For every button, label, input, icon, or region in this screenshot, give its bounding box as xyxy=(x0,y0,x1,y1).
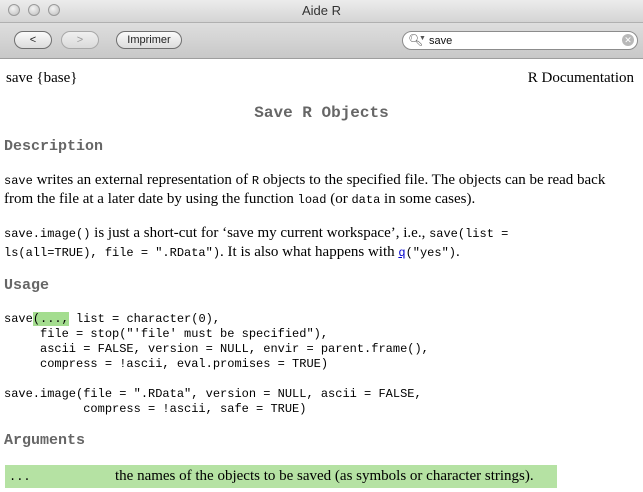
description-heading: Description xyxy=(4,138,104,155)
description-paragraph-1-line-2: from the file at a later date by using t… xyxy=(4,191,476,207)
page-title: Save R Objects xyxy=(254,104,389,122)
q-link[interactable]: q xyxy=(398,246,405,260)
code-R: R xyxy=(251,174,260,188)
usage-line-5: save.image(file = ".RData", version = NU… xyxy=(4,387,422,401)
argument-row: ... the names of the objects to be saved… xyxy=(5,465,557,488)
code-save-image: save.image() xyxy=(4,227,91,241)
toolbar: < > Imprimer 🔍︎ ▼ ✕ xyxy=(0,23,643,59)
usage-line-6: compress = !ascii, safe = TRUE) xyxy=(4,402,307,416)
usage-line-3: ascii = FALSE, version = NULL, envir = p… xyxy=(4,342,429,356)
help-document: save {base} R Documentation Save R Objec… xyxy=(0,59,643,492)
description-paragraph-1-line-1: save writes an external representation o… xyxy=(4,172,606,188)
code-save: save xyxy=(4,174,33,188)
code-data: data xyxy=(351,193,381,207)
topic-name: save {base} xyxy=(6,70,78,86)
usage-line-1: save(..., list = character(0), xyxy=(4,312,221,326)
forward-button[interactable]: > xyxy=(61,31,99,49)
chevron-down-icon[interactable]: ▼ xyxy=(419,35,426,42)
usage-highlight: (..., xyxy=(32,312,69,326)
description-paragraph-2-line-1: save.image() is just a short-cut for ‘sa… xyxy=(4,225,509,241)
description-paragraph-2-line-2: ls(all=TRUE), file = ".RData"). It is al… xyxy=(4,244,460,260)
search-field[interactable]: 🔍︎ ▼ ✕ xyxy=(402,31,638,50)
back-button[interactable]: < xyxy=(14,31,52,49)
clear-search-icon[interactable]: ✕ xyxy=(622,34,634,46)
argument-description: the names of the objects to be saved (as… xyxy=(115,468,534,484)
doc-source: R Documentation xyxy=(527,70,634,86)
usage-line-4: compress = !ascii, eval.promises = TRUE) xyxy=(4,357,329,371)
usage-line-2: file = stop("'file' must be specified"), xyxy=(4,327,329,341)
code-load: load xyxy=(297,193,327,207)
arguments-heading: Arguments xyxy=(4,432,86,449)
window-title: Aide R xyxy=(301,3,342,18)
argument-name: ... xyxy=(9,470,31,484)
window-titlebar: Aide R xyxy=(0,0,643,23)
usage-heading: Usage xyxy=(4,277,50,294)
print-button[interactable]: Imprimer xyxy=(116,31,182,49)
search-input[interactable] xyxy=(429,33,619,48)
